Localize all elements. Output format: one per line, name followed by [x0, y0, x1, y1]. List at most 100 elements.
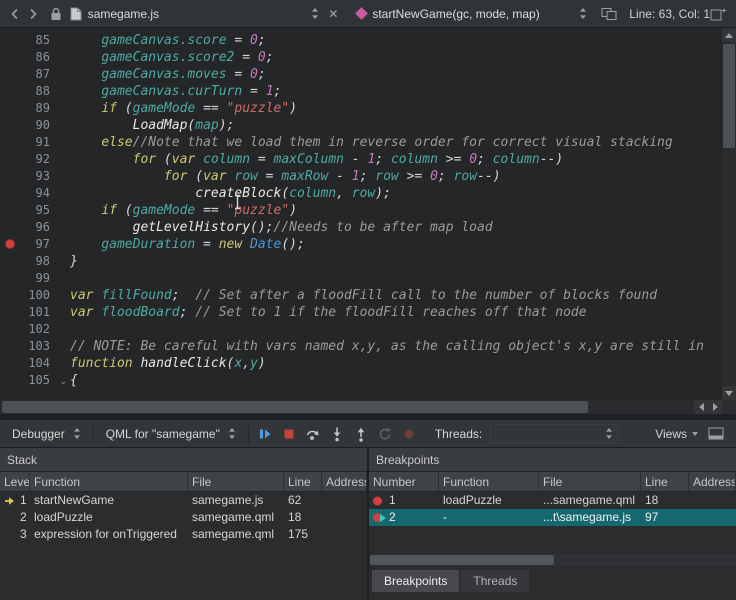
- column-header[interactable]: Number: [369, 472, 439, 491]
- horizontal-scroll-thumb[interactable]: [2, 401, 588, 413]
- code-line[interactable]: 89 if (gameMode == "puzzle"): [0, 100, 722, 117]
- column-header[interactable]: File: [188, 472, 284, 491]
- line-number-gutter[interactable]: 89: [0, 100, 58, 117]
- breakpoint-marker-icon[interactable]: [5, 239, 15, 249]
- line-number-gutter[interactable]: 95: [0, 202, 58, 219]
- debugger-mode-selector[interactable]: Debugger: [4, 423, 89, 445]
- editor-horizontal-scrollbar[interactable]: [0, 400, 736, 414]
- code-line[interactable]: 93 for (var row = maxRow - 1; row >= 0; …: [0, 168, 722, 185]
- line-number-gutter[interactable]: 103: [0, 338, 58, 355]
- split-editor-button[interactable]: [710, 7, 726, 21]
- close-document-button[interactable]: ✕: [325, 7, 341, 21]
- step-over-button[interactable]: [301, 422, 325, 446]
- line-number-gutter[interactable]: 86: [0, 49, 58, 66]
- column-header[interactable]: Function: [30, 472, 188, 491]
- code-line[interactable]: 86 gameCanvas.score2 = 0;: [0, 49, 722, 66]
- line-number-gutter[interactable]: 104: [0, 355, 58, 372]
- step-out-button[interactable]: [349, 422, 373, 446]
- code-line[interactable]: 92 for (var column = maxColumn - 1; colu…: [0, 151, 722, 168]
- line-number-gutter[interactable]: 100: [0, 287, 58, 304]
- column-header[interactable]: Line: [284, 472, 322, 491]
- code-line[interactable]: 88 gameCanvas.curTurn = 1;: [0, 83, 722, 100]
- scroll-down-button[interactable]: [722, 386, 736, 400]
- views-menu-button[interactable]: Views: [655, 427, 698, 441]
- threads-selector[interactable]: [490, 424, 618, 444]
- code-line[interactable]: 94 createBlock(column, row);: [0, 185, 722, 202]
- column-header[interactable]: Level: [0, 472, 30, 491]
- symbol-selector[interactable]: startNewGame(gc, mode, map): [355, 3, 587, 25]
- code-line[interactable]: 87 gameCanvas.moves = 0;: [0, 66, 722, 83]
- code-line[interactable]: 96 getLevelHistory();//Needs to be after…: [0, 219, 722, 236]
- line-number-gutter[interactable]: 94: [0, 185, 58, 202]
- vertical-scroll-thumb[interactable]: [723, 44, 735, 148]
- kit-selector[interactable]: QML for "samegame": [98, 423, 244, 445]
- line-number-gutter[interactable]: 97: [0, 236, 58, 253]
- scroll-left-button[interactable]: [694, 400, 708, 414]
- code-text: createBlock(column, row);: [58, 185, 391, 202]
- panel-layout-icon: [708, 427, 724, 440]
- tab-threads[interactable]: Threads: [461, 570, 529, 592]
- line-number-gutter[interactable]: 90: [0, 117, 58, 134]
- code-line[interactable]: 95 if (gameMode == "puzzle"): [0, 202, 722, 219]
- editor-vertical-scrollbar[interactable]: [722, 28, 736, 400]
- stop-debugger-button[interactable]: [277, 422, 301, 446]
- line-number-gutter[interactable]: 87: [0, 66, 58, 83]
- split-windows-icon[interactable]: [601, 7, 617, 21]
- code-token: >=: [399, 169, 430, 184]
- record-button[interactable]: [397, 422, 421, 446]
- code-editor[interactable]: 85 gameCanvas.score = 0;86 gameCanvas.sc…: [0, 28, 736, 414]
- line-number-gutter[interactable]: 93: [0, 168, 58, 185]
- table-cell: loadPuzzle: [30, 509, 188, 526]
- code-line[interactable]: 103// NOTE: Be careful with vars named x…: [0, 338, 722, 355]
- fold-marker-icon[interactable]: ⌄: [59, 373, 67, 390]
- code-line[interactable]: 98}: [0, 253, 722, 270]
- line-number-gutter[interactable]: 92: [0, 151, 58, 168]
- table-row[interactable]: 1loadPuzzle...samegame.qml18: [369, 492, 736, 509]
- combo-updown-icon[interactable]: [579, 7, 587, 20]
- continue-button[interactable]: [253, 422, 277, 446]
- line-number-gutter[interactable]: 101: [0, 304, 58, 321]
- line-number-gutter[interactable]: 88: [0, 83, 58, 100]
- table-row[interactable]: 3expression for onTriggeredsamegame.qml1…: [0, 526, 367, 543]
- table-row[interactable]: 1startNewGamesamegame.js62: [0, 492, 367, 509]
- column-header[interactable]: Address: [689, 472, 736, 491]
- open-document-selector[interactable]: samegame.js: [70, 3, 320, 25]
- line-number-gutter[interactable]: 102: [0, 321, 58, 338]
- breakpoints-horizontal-scrollbar[interactable]: [369, 554, 736, 566]
- combo-updown-icon[interactable]: [311, 7, 319, 20]
- code-line[interactable]: 99: [0, 270, 722, 287]
- code-line[interactable]: 100var fillFound; // Set after a floodFi…: [0, 287, 722, 304]
- line-number-gutter[interactable]: 85: [0, 32, 58, 49]
- code-line[interactable]: 90 LoadMap(map);: [0, 117, 722, 134]
- back-button[interactable]: [6, 4, 24, 24]
- column-header[interactable]: Function: [439, 472, 539, 491]
- code-line[interactable]: 85 gameCanvas.score = 0;: [0, 32, 722, 49]
- code-line[interactable]: 104function handleClick(x,y): [0, 355, 722, 372]
- table-row[interactable]: 2loadPuzzlesamegame.qml18: [0, 509, 367, 526]
- line-number-gutter[interactable]: 99: [0, 270, 58, 287]
- code-line[interactable]: 105⌄{: [0, 372, 722, 389]
- forward-button[interactable]: [24, 4, 42, 24]
- line-number-gutter[interactable]: 105: [0, 372, 58, 389]
- line-number-gutter[interactable]: 96: [0, 219, 58, 236]
- table-row[interactable]: 2-...t\samegame.js97: [369, 509, 736, 526]
- code-token: column: [493, 152, 540, 167]
- code-token: if: [101, 101, 117, 116]
- column-header[interactable]: Address: [322, 472, 367, 491]
- column-header[interactable]: File: [539, 472, 641, 491]
- code-line[interactable]: 91 else//Note that we load them in rever…: [0, 134, 722, 151]
- panel-layout-button[interactable]: [708, 427, 724, 440]
- code-line[interactable]: 97 gameDuration = new Date();: [0, 236, 722, 253]
- scroll-up-button[interactable]: [722, 28, 736, 42]
- tab-breakpoints[interactable]: Breakpoints: [372, 570, 459, 592]
- breakpoints-scroll-thumb[interactable]: [370, 555, 554, 565]
- line-number-gutter[interactable]: 91: [0, 134, 58, 151]
- code-token: for: [133, 152, 156, 167]
- code-line[interactable]: 102: [0, 321, 722, 338]
- scroll-right-button[interactable]: [708, 400, 722, 414]
- step-into-button[interactable]: [325, 422, 349, 446]
- column-header[interactable]: Line: [641, 472, 689, 491]
- line-number-gutter[interactable]: 98: [0, 253, 58, 270]
- restart-button[interactable]: [373, 422, 397, 446]
- code-line[interactable]: 101var floodBoard; // Set to 1 if the fl…: [0, 304, 722, 321]
